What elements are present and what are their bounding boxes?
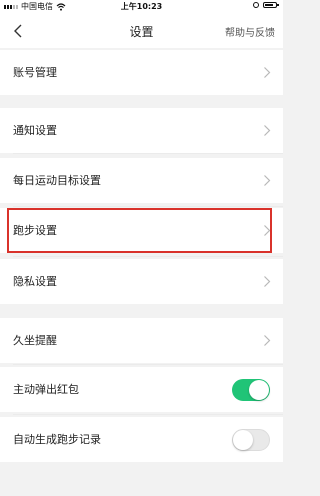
- status-right: [253, 2, 279, 8]
- divider: [13, 364, 283, 365]
- setting-row-running[interactable]: 跑步设置: [0, 208, 283, 253]
- divider: [13, 153, 283, 154]
- setting-row-privacy[interactable]: 隐私设置: [0, 259, 283, 304]
- help-feedback-link[interactable]: 帮助与反馈: [225, 24, 275, 39]
- chevron-right-icon: [264, 276, 271, 287]
- toggle-knob: [249, 380, 269, 400]
- chevron-right-icon: [264, 225, 271, 236]
- divider: [13, 206, 283, 207]
- chevron-left-icon[interactable]: [10, 22, 28, 40]
- setting-row-auto-run-record: 自动生成跑步记录: [0, 417, 283, 462]
- chevron-right-icon: [264, 125, 271, 136]
- setting-label-sedentary: 久坐提醒: [13, 334, 57, 347]
- nav-bar: 设置 帮助与反馈: [0, 14, 283, 48]
- setting-label-notifications: 通知设置: [13, 124, 57, 137]
- setting-label-running: 跑步设置: [13, 224, 57, 237]
- chevron-right-icon: [264, 335, 271, 346]
- battery-icon: [263, 2, 279, 8]
- status-bar: 中国电信 上午10:23: [0, 0, 283, 14]
- setting-label-daily-goal: 每日运动目标设置: [13, 174, 101, 187]
- setting-label-auto-run-record: 自动生成跑步记录: [13, 433, 101, 446]
- chevron-right-icon: [264, 175, 271, 186]
- setting-row-sedentary[interactable]: 久坐提醒: [0, 318, 283, 363]
- auto-red-packet-toggle[interactable]: [232, 379, 270, 401]
- setting-row-account[interactable]: 账号管理: [0, 50, 283, 95]
- auto-run-record-toggle[interactable]: [232, 429, 270, 451]
- setting-row-notifications[interactable]: 通知设置: [0, 108, 283, 153]
- setting-label-auto-red-packet: 主动弹出红包: [13, 383, 79, 396]
- setting-label-account: 账号管理: [13, 66, 57, 79]
- setting-row-auto-red-packet: 主动弹出红包: [0, 367, 283, 412]
- divider: [13, 256, 283, 257]
- chevron-right-icon: [264, 67, 271, 78]
- setting-row-daily-goal[interactable]: 每日运动目标设置: [0, 158, 283, 203]
- divider: [13, 414, 283, 415]
- alarm-icon: [253, 2, 259, 8]
- status-time: 上午10:23: [120, 2, 163, 11]
- setting-label-privacy: 隐私设置: [13, 275, 57, 288]
- toggle-knob: [233, 430, 253, 450]
